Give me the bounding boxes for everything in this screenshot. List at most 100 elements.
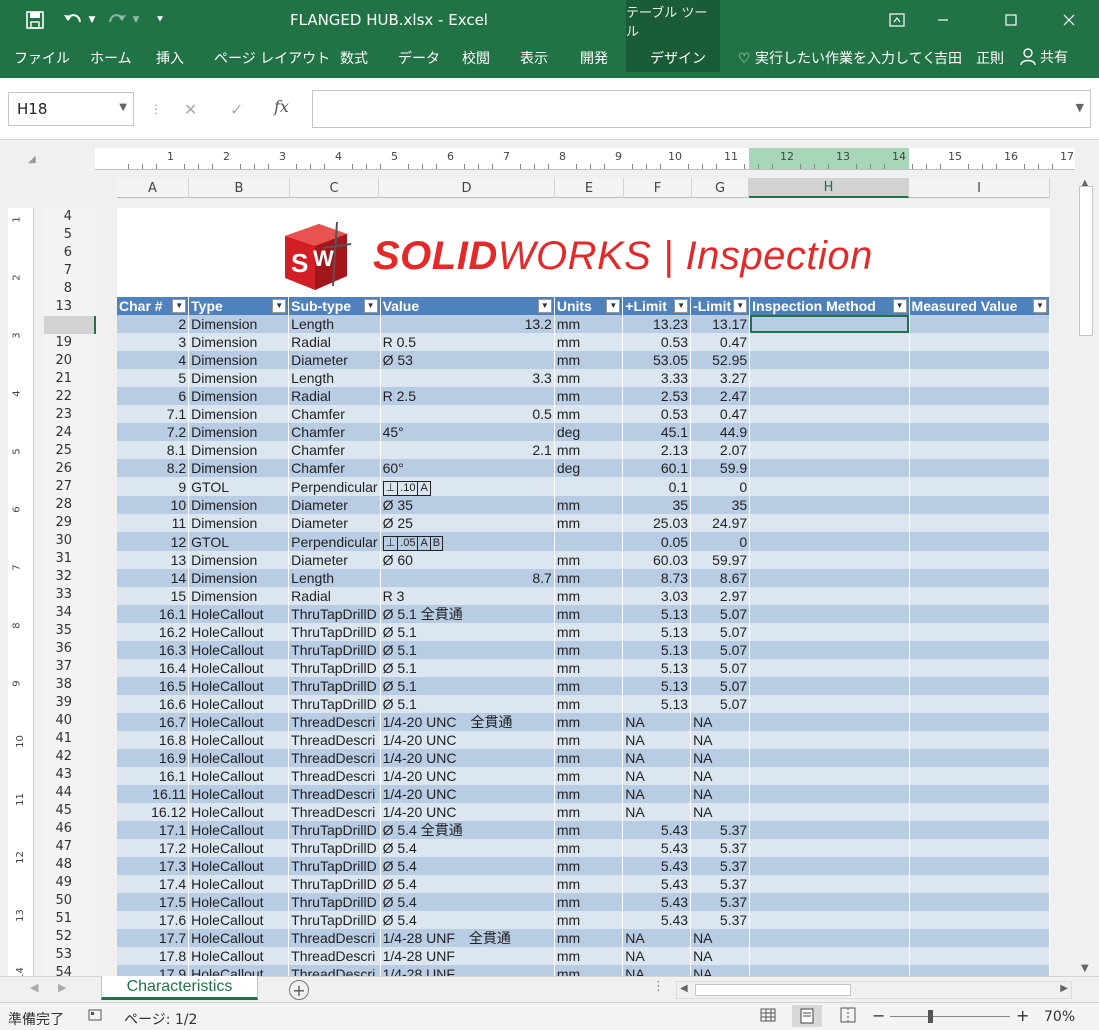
table-cell[interactable]: NA [690, 947, 751, 965]
row-header[interactable]: 13 [44, 299, 72, 314]
table-cell[interactable]: ThruTapDrillD [288, 659, 381, 677]
row-header[interactable]: 43 [44, 767, 72, 782]
filter-dropdown-icon[interactable]: ▼ [363, 299, 378, 313]
table-cell[interactable]: ThreadDescri [288, 713, 381, 731]
row-header[interactable]: 38 [44, 677, 72, 692]
tab-view[interactable]: 表示 [520, 48, 548, 68]
table-cell[interactable]: mm [554, 315, 624, 333]
table-cell[interactable]: mm [554, 659, 624, 677]
table-cell[interactable]: Diameter [288, 514, 381, 532]
table-cell[interactable]: Dimension [188, 441, 290, 459]
ribbon-display-icon[interactable] [874, 0, 920, 40]
table-cell[interactable]: 3.27 [690, 369, 751, 387]
table-cell[interactable]: 17.9 [117, 965, 190, 976]
table-cell[interactable]: mm [554, 695, 624, 713]
table-cell[interactable]: 1/4-20 UNC [380, 749, 555, 767]
row-header[interactable]: 40 [44, 713, 72, 728]
save-icon[interactable] [22, 8, 48, 32]
column-header-cell[interactable]: Value ▼ [380, 297, 555, 315]
table-cell[interactable]: 60° [380, 459, 555, 477]
table-cell[interactable]: ThruTapDrillD [288, 875, 381, 893]
redo-dropdown-icon[interactable]: ▼ [130, 8, 142, 32]
row-header[interactable]: 8 [44, 281, 72, 296]
table-cell[interactable] [749, 496, 910, 514]
table-cell[interactable]: 5.43 [622, 893, 692, 911]
table-cell[interactable]: 2.1 [380, 441, 555, 459]
tab-developer[interactable]: 開発 [580, 48, 608, 68]
table-cell[interactable]: 9 [117, 477, 190, 496]
table-cell[interactable]: ThruTapDrillD [288, 839, 381, 857]
table-cell[interactable]: HoleCallout [188, 893, 290, 911]
table-cell[interactable]: R 3 [380, 587, 555, 605]
table-cell[interactable]: ⊥ .05 A B [380, 532, 555, 551]
table-cell[interactable]: 24.97 [690, 514, 751, 532]
table-cell[interactable]: HoleCallout [188, 803, 290, 821]
table-cell[interactable]: 7.1 [117, 405, 190, 423]
table-cell[interactable] [749, 587, 910, 605]
filter-dropdown-icon[interactable]: ▼ [172, 299, 187, 313]
active-cell[interactable] [749, 315, 910, 333]
row-header[interactable]: 52 [44, 929, 72, 944]
table-cell[interactable]: 0.47 [690, 333, 751, 351]
table-cell[interactable]: HoleCallout [188, 713, 290, 731]
table-cell[interactable]: 17.7 [117, 929, 190, 947]
table-cell[interactable]: mm [554, 929, 624, 947]
column-header-cell[interactable]: Sub-type ▼ [288, 297, 381, 315]
table-cell[interactable] [909, 551, 1050, 569]
table-cell[interactable]: 5.37 [690, 821, 751, 839]
table-cell[interactable]: ThreadDescri [288, 767, 381, 785]
table-cell[interactable] [749, 569, 910, 587]
table-cell[interactable]: 17.3 [117, 857, 190, 875]
table-cell[interactable]: Dimension [188, 423, 290, 441]
table-cell[interactable]: NA [622, 767, 692, 785]
table-cell[interactable]: 0.5 [380, 405, 555, 423]
table-cell[interactable]: 0.1 [622, 477, 692, 496]
table-cell[interactable]: HoleCallout [188, 947, 290, 965]
row-header[interactable]: 37 [44, 659, 72, 674]
row-header[interactable]: 30 [44, 533, 72, 548]
tab-file[interactable]: ファイル [14, 48, 70, 68]
zoom-out-icon[interactable]: − [872, 1006, 885, 1025]
table-cell[interactable]: 5.37 [690, 857, 751, 875]
table-cell[interactable]: HoleCallout [188, 767, 290, 785]
maximize-icon[interactable] [988, 0, 1034, 40]
row-header[interactable]: 27 [44, 479, 72, 494]
table-cell[interactable] [749, 677, 910, 695]
table-cell[interactable] [749, 857, 910, 875]
table-cell[interactable]: NA [622, 929, 692, 947]
table-cell[interactable]: 3.33 [622, 369, 692, 387]
select-all-corner[interactable]: ◢ [28, 154, 36, 165]
table-cell[interactable] [749, 387, 910, 405]
table-cell[interactable]: HoleCallout [188, 623, 290, 641]
tab-review[interactable]: 校閲 [462, 48, 490, 68]
table-cell[interactable] [749, 551, 910, 569]
table-cell[interactable]: 16.1 [117, 605, 190, 623]
table-cell[interactable]: deg [554, 423, 624, 441]
table-cell[interactable] [909, 821, 1050, 839]
row-header[interactable]: 22 [44, 389, 72, 404]
table-cell[interactable]: 5.37 [690, 875, 751, 893]
tab-scroll-right-icon[interactable]: ▶ [58, 981, 66, 994]
table-cell[interactable] [909, 387, 1050, 405]
table-cell[interactable]: Ø 5.1 [380, 695, 555, 713]
table-cell[interactable] [909, 659, 1050, 677]
table-cell[interactable]: mm [554, 839, 624, 857]
table-cell[interactable]: 5.43 [622, 911, 692, 929]
table-cell[interactable]: 0.47 [690, 405, 751, 423]
formula-input[interactable]: ▼ [312, 90, 1091, 128]
table-cell[interactable]: 17.1 [117, 821, 190, 839]
table-cell[interactable] [909, 351, 1050, 369]
table-cell[interactable]: Diameter [288, 551, 381, 569]
table-cell[interactable]: mm [554, 441, 624, 459]
table-cell[interactable]: 2.53 [622, 387, 692, 405]
table-cell[interactable]: ThreadDescri [288, 785, 381, 803]
table-cell[interactable]: R 2.5 [380, 387, 555, 405]
table-cell[interactable] [909, 767, 1050, 785]
table-cell[interactable] [749, 695, 910, 713]
table-cell[interactable]: Radial [288, 587, 381, 605]
table-cell[interactable]: NA [622, 947, 692, 965]
row-header[interactable]: 34 [44, 605, 72, 620]
table-cell[interactable]: 16.11 [117, 785, 190, 803]
column-header-e[interactable]: E [555, 178, 624, 198]
column-header-f[interactable]: F [624, 178, 692, 198]
